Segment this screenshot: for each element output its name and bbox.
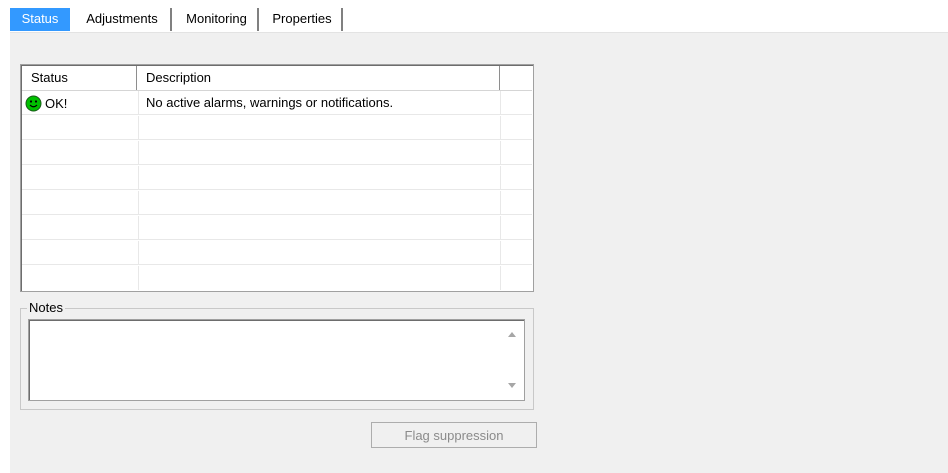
table-row: [22, 116, 532, 140]
tab-adjustments[interactable]: Adjustments: [74, 8, 172, 31]
table-row: [22, 241, 532, 265]
empty-cell: [22, 266, 139, 290]
tab-status[interactable]: Status: [10, 8, 70, 31]
status-cell: OK!: [22, 91, 139, 115]
table-row[interactable]: OK! No active alarms, warnings or notifi…: [22, 91, 532, 115]
tab-properties[interactable]: Properties: [263, 8, 343, 31]
table-row: [22, 166, 532, 190]
empty-cell: [139, 266, 501, 290]
empty-cell: [22, 166, 139, 190]
status-list[interactable]: Status Description OK! No active alarms,…: [20, 64, 534, 292]
empty-cell: [139, 166, 501, 190]
status-value: OK!: [45, 96, 68, 111]
table-row: [22, 191, 532, 215]
table-row: [22, 266, 532, 290]
column-header-description[interactable]: Description: [137, 66, 500, 90]
empty-cell: [22, 116, 139, 140]
empty-cell: [139, 116, 501, 140]
empty-cell: [22, 216, 139, 240]
empty-cell: [22, 191, 139, 215]
empty-cell: [139, 141, 501, 165]
description-cell: No active alarms, warnings or notificati…: [139, 91, 501, 115]
column-header-status[interactable]: Status: [22, 66, 137, 90]
status-list-header: Status Description: [22, 66, 532, 91]
column-header-empty: [500, 66, 534, 90]
scroll-down-arrow-icon[interactable]: [508, 383, 516, 388]
empty-cell: [22, 141, 139, 165]
empty-cell: [139, 191, 501, 215]
flag-suppression-button[interactable]: Flag suppression: [371, 422, 537, 448]
table-row: [22, 141, 532, 165]
empty-cell: [22, 241, 139, 265]
notes-label: Notes: [27, 300, 65, 315]
notes-group: Notes: [20, 300, 534, 410]
table-row: [22, 216, 532, 240]
scroll-up-arrow-icon[interactable]: [508, 332, 516, 337]
empty-cell: [139, 241, 501, 265]
tab-monitoring[interactable]: Monitoring: [176, 8, 259, 31]
empty-cell: [139, 216, 501, 240]
smiley-ok-icon: [25, 95, 42, 112]
notes-textarea[interactable]: [28, 319, 525, 401]
